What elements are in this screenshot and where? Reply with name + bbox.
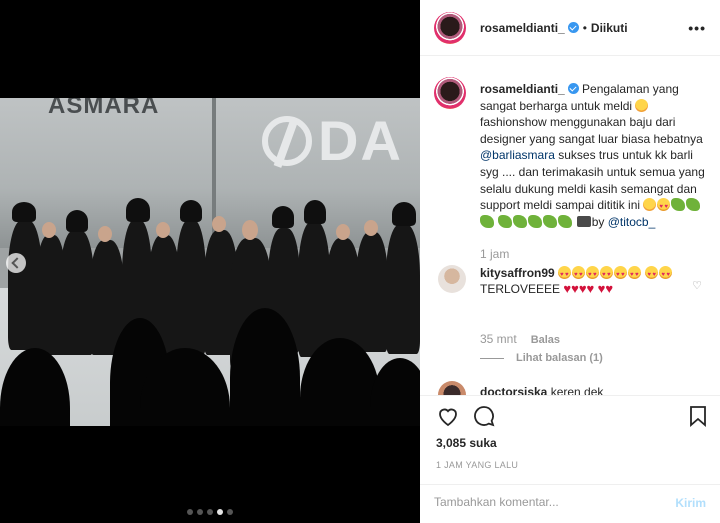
heart-eyes-icon: [657, 198, 671, 216]
camera-icon: [576, 215, 591, 227]
caption-username[interactable]: rosameldianti_: [480, 82, 565, 96]
model-hat: [126, 198, 150, 222]
heart-eyes-icon: [558, 266, 572, 283]
post-sidebar: rosameldianti_ • Diikuti ••• rosameldianti…: [420, 0, 720, 523]
send-button[interactable]: Kirim: [675, 496, 706, 510]
commenter-avatar[interactable]: [438, 381, 466, 395]
bookmark-icon[interactable]: [686, 404, 710, 428]
snake-icon: [528, 214, 543, 228]
separator-dot: •: [582, 21, 587, 35]
comment-text: doctorsiska keren dek: [480, 385, 603, 395]
like-heart-icon[interactable]: [436, 404, 460, 428]
heart-eyes-icon: [586, 266, 600, 283]
caption-time: 1 jam: [480, 247, 510, 261]
model-hat: [66, 210, 88, 232]
audience-head: [230, 308, 300, 426]
commenter-username[interactable]: doctorsiska: [480, 385, 547, 395]
header-meta: rosameldianti_ • Diikuti: [480, 21, 628, 35]
mention-link[interactable]: @titocb_: [608, 215, 656, 229]
heart-eyes-icon: [628, 266, 642, 283]
model-hat: [304, 200, 326, 224]
stage-logo-left: ASMARA: [48, 98, 160, 119]
post-header: rosameldianti_ • Diikuti •••: [420, 0, 720, 56]
comment-input[interactable]: [434, 495, 664, 509]
model-head: [42, 222, 56, 238]
heart-eyes-icon: [614, 266, 628, 283]
audience-silhouettes: [0, 308, 420, 426]
red-heart-icon: ♥: [586, 281, 595, 296]
red-heart-icon: ♥: [563, 281, 572, 296]
snake-icon: [686, 198, 701, 212]
comment-time: 35 mnt: [480, 332, 517, 346]
view-replies-button[interactable]: Lihat balasan (1): [480, 352, 603, 364]
heart-eyes-icon: [600, 266, 614, 283]
stage-logo-ring: [262, 116, 312, 166]
model-head: [212, 216, 226, 232]
commenter-username[interactable]: kitysaffron99: [480, 266, 555, 280]
comment-text: kitysaffron99 TERLOVEEEE ♥♥♥♥ ♥♥: [480, 265, 680, 297]
verified-badge-icon: [567, 83, 579, 94]
comment-body: keren dek: [550, 385, 604, 395]
comment-meta: 35 mnt Balas: [480, 332, 560, 346]
carousel-prev-button[interactable]: [6, 253, 26, 273]
author-username[interactable]: rosameldianti_: [480, 21, 565, 35]
model-head: [336, 224, 350, 240]
stage-logo-right: DA: [318, 109, 403, 172]
caption-by: by: [591, 214, 605, 229]
more-options-icon[interactable]: •••: [688, 20, 706, 36]
carousel-dot: [197, 509, 203, 515]
snake-icon: [480, 214, 494, 228]
mention-link[interactable]: @barliasmara: [480, 148, 555, 162]
carousel-dots: [0, 509, 420, 515]
red-heart-icon: ♥: [578, 281, 587, 296]
heart-eyes-icon: [645, 266, 659, 283]
carousel-dot: [227, 509, 233, 515]
model-head: [98, 226, 112, 242]
comment-composer: Kirim: [420, 484, 720, 523]
snake-icon: [558, 214, 573, 228]
model-hat: [180, 200, 202, 222]
red-heart-icon: ♥: [571, 281, 579, 296]
heart-eyes-icon: [572, 266, 586, 283]
post-photo: ASMARA DA: [0, 98, 420, 426]
follow-status-button[interactable]: Diikuti: [591, 21, 628, 35]
model-head: [156, 222, 170, 238]
heart-eyes-icon: [659, 266, 673, 283]
hugging-face-icon: [643, 198, 657, 212]
reply-button[interactable]: Balas: [531, 334, 560, 346]
red-heart-icon: ♥: [605, 281, 614, 296]
caption-text: rosameldianti_ Pengalaman yang sangat be…: [480, 81, 712, 230]
caption-text-part: fashionshow menggunakan baju dari design…: [480, 115, 703, 146]
comment-bubble-icon[interactable]: [472, 404, 496, 428]
hugging-face-icon: [635, 98, 649, 112]
verified-badge-icon: [567, 22, 579, 33]
snake-icon: [513, 214, 528, 228]
carousel-dot: [207, 509, 213, 515]
model-hat: [392, 202, 416, 226]
comment-body: TERLOVEEEE: [480, 282, 561, 296]
audience-head: [0, 348, 70, 426]
comment-like-icon[interactable]: ♡: [692, 279, 702, 292]
action-bar: [420, 395, 720, 435]
model-hat: [12, 202, 36, 222]
likes-count[interactable]: 3,085 suka: [436, 436, 497, 450]
model-head: [364, 220, 378, 236]
designer-head: [242, 220, 258, 240]
post-media[interactable]: ASMARA DA: [0, 0, 420, 523]
snake-icon: [543, 214, 558, 228]
audience-head: [370, 358, 420, 426]
snake-icon: [498, 214, 513, 228]
author-avatar[interactable]: [434, 12, 466, 44]
carousel-dot-active: [217, 509, 223, 515]
carousel-dot: [187, 509, 193, 515]
audience-head: [300, 338, 380, 426]
comments-scroll[interactable]: rosameldianti_ Pengalaman yang sangat be…: [420, 57, 720, 395]
commenter-avatar[interactable]: [438, 265, 466, 293]
model-hat: [272, 206, 294, 228]
snake-icon: [671, 198, 686, 212]
caption-avatar[interactable]: [434, 77, 466, 109]
post-timestamp[interactable]: 1 JAM YANG LALU: [436, 460, 518, 470]
